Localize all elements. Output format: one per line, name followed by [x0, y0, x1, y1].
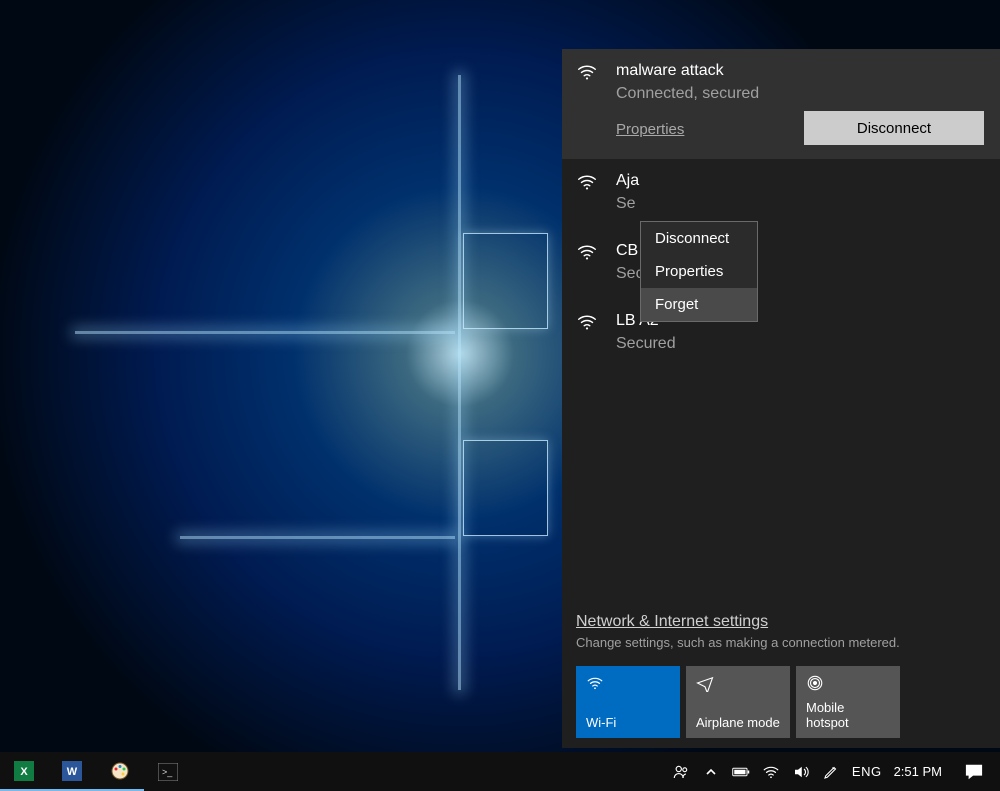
- language-indicator[interactable]: ENG: [852, 764, 882, 779]
- network-item-connected[interactable]: malware attack Connected, secured Proper…: [562, 49, 1000, 159]
- network-name: Aja: [616, 171, 639, 191]
- network-status: Secured: [616, 333, 676, 355]
- wifi-icon: [576, 241, 598, 263]
- action-center-icon[interactable]: [954, 752, 994, 791]
- svg-text:>_: >_: [162, 767, 173, 777]
- taskbar-app-excel[interactable]: X: [0, 752, 48, 791]
- system-tray: ENG 2:51 PM: [672, 752, 1000, 791]
- tile-label: Wi-Fi: [586, 715, 670, 730]
- clock[interactable]: 2:51 PM: [894, 764, 942, 779]
- network-status: Connected, secured: [616, 83, 759, 105]
- disconnect-button[interactable]: Disconnect: [804, 111, 984, 145]
- plane-icon: [696, 674, 780, 692]
- network-item[interactable]: LB A2 Secured: [562, 299, 1000, 369]
- wifi-icon: [576, 61, 598, 83]
- tile-label: Airplane mode: [696, 715, 780, 730]
- properties-link[interactable]: Properties: [616, 121, 684, 138]
- network-flyout: malware attack Connected, secured Proper…: [562, 49, 1000, 748]
- context-menu-item-properties[interactable]: Properties: [641, 255, 757, 288]
- taskbar: X W >_ ENG 2:51 PM: [0, 752, 1000, 791]
- tile-airplane-mode[interactable]: Airplane mode: [686, 666, 790, 738]
- network-status: Se: [616, 193, 639, 215]
- taskbar-app-paint[interactable]: [96, 752, 144, 791]
- taskbar-app-cmd[interactable]: >_: [144, 752, 192, 791]
- flyout-bottom: Network & Internet settings Change setti…: [562, 613, 1000, 748]
- taskbar-app-word[interactable]: W: [48, 752, 96, 791]
- hotspot-icon: [806, 674, 890, 692]
- volume-icon[interactable]: [792, 763, 810, 781]
- context-menu-item-disconnect[interactable]: Disconnect: [641, 222, 757, 255]
- tile-label: Mobile hotspot: [806, 700, 890, 730]
- network-item[interactable]: CB Secured: [562, 229, 1000, 299]
- network-name: malware attack: [616, 61, 759, 81]
- network-settings-link[interactable]: Network & Internet settings: [576, 613, 768, 630]
- people-icon[interactable]: [672, 763, 690, 781]
- network-item[interactable]: Aja Se: [562, 159, 1000, 229]
- tile-mobile-hotspot[interactable]: Mobile hotspot: [796, 666, 900, 738]
- svg-text:X: X: [20, 766, 28, 778]
- wifi-icon: [586, 674, 670, 692]
- chevron-up-icon[interactable]: [702, 763, 720, 781]
- context-menu-item-forget[interactable]: Forget: [641, 288, 757, 321]
- battery-icon[interactable]: [732, 763, 750, 781]
- network-context-menu: DisconnectPropertiesForget: [640, 221, 758, 322]
- svg-text:W: W: [67, 766, 78, 778]
- wifi-icon: [576, 171, 598, 193]
- wifi-tray-icon[interactable]: [762, 763, 780, 781]
- pen-icon[interactable]: [822, 763, 840, 781]
- wifi-icon: [576, 311, 598, 333]
- tile-wi-fi[interactable]: Wi-Fi: [576, 666, 680, 738]
- network-settings-desc: Change settings, such as making a connec…: [576, 635, 986, 650]
